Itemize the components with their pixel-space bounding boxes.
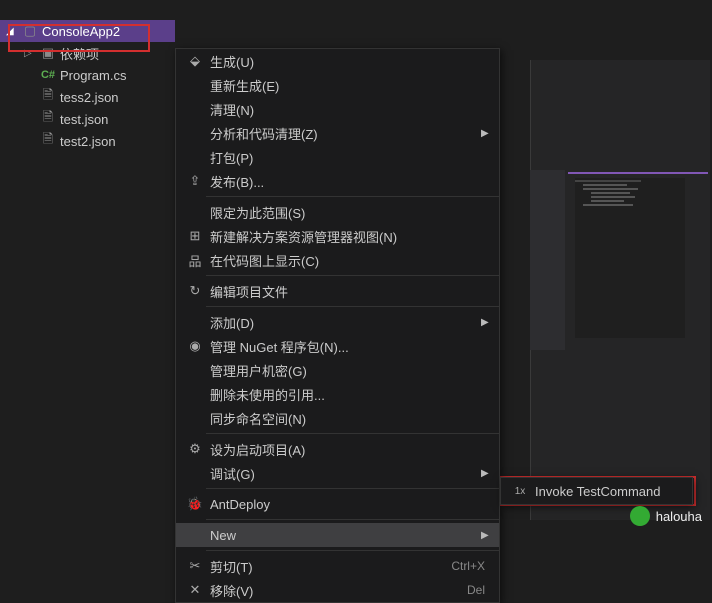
- context-menu: ⬙生成(U) 重新生成(E) 清理(N) 分析和代码清理(Z)▶ 打包(P) ⇪…: [175, 48, 500, 603]
- submenu-new: 1xInvoke TestCommand: [500, 477, 693, 505]
- chevron-right-icon: ▶: [481, 530, 499, 541]
- menu-separator: [206, 550, 499, 551]
- watermark-text: halouha: [656, 509, 702, 524]
- menu-codemap[interactable]: 品在代码图上显示(C): [176, 248, 499, 272]
- file-node[interactable]: 🗎 test.json: [0, 108, 175, 130]
- menu-cut[interactable]: ✂剪切(T)Ctrl+X: [176, 554, 499, 578]
- menu-separator: [206, 488, 499, 489]
- csharp-icon: C#: [40, 69, 56, 81]
- menu-rebuild[interactable]: 重新生成(E): [176, 73, 499, 97]
- newview-icon: ⊞: [184, 228, 206, 244]
- menu-startup[interactable]: ⚙设为启动项目(A): [176, 437, 499, 461]
- chevron-right-icon: ▶: [481, 468, 499, 479]
- bug-icon: 🐞: [184, 496, 206, 512]
- gear-icon: ⚙: [184, 441, 206, 457]
- close-icon: ✕: [184, 582, 206, 598]
- menu-remove[interactable]: ✕移除(V)Del: [176, 578, 499, 602]
- chevron-right-icon: ▶: [481, 317, 499, 328]
- menu-secrets[interactable]: 管理用户机密(G): [176, 358, 499, 382]
- caret-icon: ◢: [6, 26, 18, 37]
- solution-explorer: ◢ ▢ ConsoleApp2 ▷ ▣ 依赖项 C# Program.cs 🗎 …: [0, 0, 175, 152]
- file-node[interactable]: 🗎 test2.json: [0, 130, 175, 152]
- menu-pack[interactable]: 打包(P): [176, 145, 499, 169]
- deps-icon: ▣: [40, 45, 56, 61]
- deps-label: 依赖项: [60, 44, 99, 63]
- menu-separator: [206, 275, 499, 276]
- project-label: ConsoleApp2: [42, 24, 120, 39]
- menu-antdeploy[interactable]: 🐞AntDeploy: [176, 492, 499, 516]
- edit-icon: ↻: [184, 283, 206, 299]
- menu-nuget[interactable]: ◉管理 NuGet 程序包(N)...: [176, 334, 499, 358]
- shortcut: Del: [467, 583, 499, 597]
- csharp-project-icon: ▢: [22, 23, 38, 39]
- menu-editproj[interactable]: ↻编辑项目文件: [176, 279, 499, 303]
- command-icon: 1x: [509, 486, 531, 497]
- file-node[interactable]: C# Program.cs: [0, 64, 175, 86]
- watermark: halouha: [630, 506, 702, 526]
- menu-analyze[interactable]: 分析和代码清理(Z)▶: [176, 121, 499, 145]
- menu-add[interactable]: 添加(D)▶: [176, 310, 499, 334]
- build-icon: ⬙: [184, 53, 206, 69]
- menu-separator: [206, 306, 499, 307]
- codemap-icon: 品: [184, 251, 206, 270]
- menu-clean[interactable]: 清理(N): [176, 97, 499, 121]
- json-icon: 🗎: [40, 130, 56, 152]
- cut-icon: ✂: [184, 558, 206, 574]
- caret-icon: ▷: [24, 48, 36, 59]
- menu-syncns[interactable]: 同步命名空间(N): [176, 406, 499, 430]
- menu-publish[interactable]: ⇪发布(B)...: [176, 169, 499, 193]
- shortcut: Ctrl+X: [451, 559, 499, 573]
- file-label: test2.json: [60, 134, 116, 149]
- menu-newview[interactable]: ⊞新建解决方案资源管理器视图(N): [176, 224, 499, 248]
- publish-icon: ⇪: [184, 173, 206, 189]
- chevron-right-icon: ▶: [481, 128, 499, 139]
- menu-scope[interactable]: 限定为此范围(S): [176, 200, 499, 224]
- menu-separator: [206, 519, 499, 520]
- dependencies-node[interactable]: ▷ ▣ 依赖项: [0, 42, 175, 64]
- wechat-icon: [630, 506, 650, 526]
- file-label: Program.cs: [60, 68, 126, 83]
- menu-separator: [206, 433, 499, 434]
- menu-unused[interactable]: 删除未使用的引用...: [176, 382, 499, 406]
- nuget-icon: ◉: [184, 338, 206, 354]
- json-icon: 🗎: [40, 86, 56, 108]
- menu-build[interactable]: ⬙生成(U): [176, 49, 499, 73]
- menu-new[interactable]: New▶: [176, 523, 499, 547]
- menu-invoke-testcommand[interactable]: 1xInvoke TestCommand: [501, 478, 692, 504]
- file-label: tess2.json: [60, 90, 119, 105]
- json-icon: 🗎: [40, 108, 56, 130]
- menu-separator: [206, 196, 499, 197]
- project-node[interactable]: ◢ ▢ ConsoleApp2: [0, 20, 175, 42]
- menu-debug[interactable]: 调试(G)▶: [176, 461, 499, 485]
- file-node[interactable]: 🗎 tess2.json: [0, 86, 175, 108]
- file-label: test.json: [60, 112, 108, 127]
